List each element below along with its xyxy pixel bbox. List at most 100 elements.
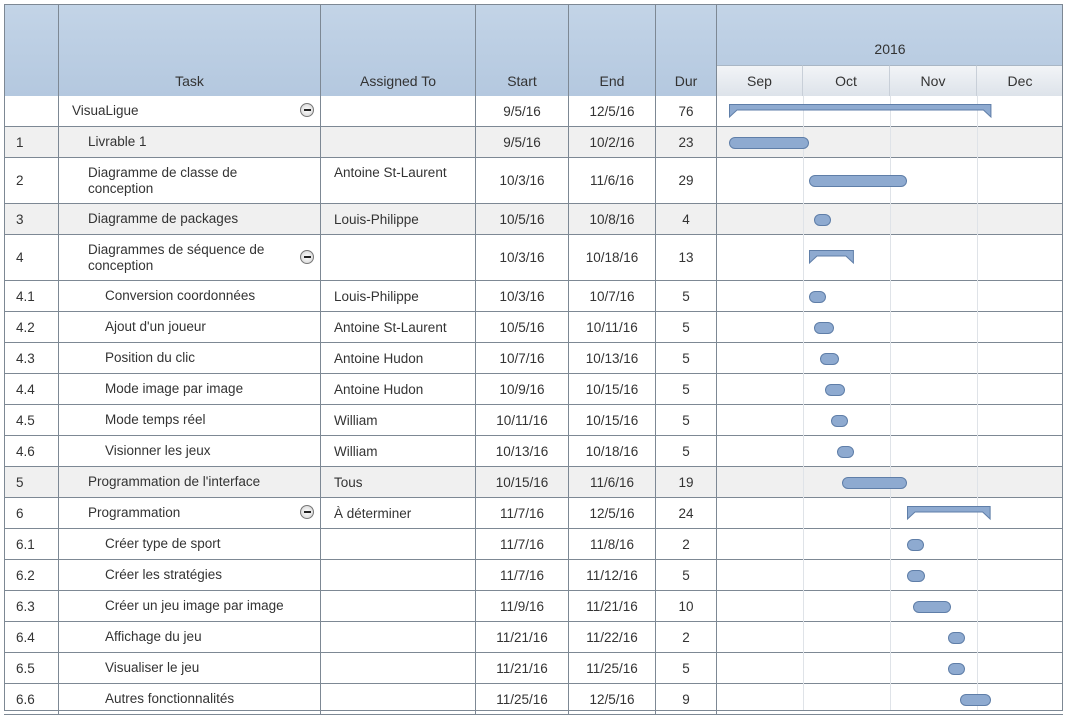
task-name: Créer les stratégies <box>105 567 223 582</box>
table-row[interactable]: 6.2 Créer les stratégies 11/7/16 11/12/16 5 <box>4 560 717 591</box>
duration-cell: 2 <box>656 622 717 652</box>
header-dur[interactable]: Dur <box>656 4 717 96</box>
header-task[interactable]: Task <box>59 4 321 96</box>
start-date-cell: 11/9/16 <box>476 591 569 621</box>
end-date-cell: 12/5/16 <box>569 498 656 528</box>
task-bar[interactable] <box>808 175 908 187</box>
assigned-to-cell <box>321 622 476 652</box>
task-bar[interactable] <box>907 538 925 551</box>
timeline-year-label: 2016 <box>874 41 906 57</box>
row-id-cell: 6.3 <box>4 591 59 621</box>
header-end[interactable]: End <box>569 4 656 96</box>
table-row[interactable]: 4.2 Ajout d'un joueur Antoine St-Laurent 10… <box>4 312 717 343</box>
table-header: Task Assigned To Start End Dur <box>4 4 717 96</box>
collapse-icon[interactable] <box>300 103 314 117</box>
table-row[interactable]: 4 Diagrammes de séquence de conception 10/… <box>4 235 717 281</box>
duration: 2 <box>682 629 690 645</box>
table-row[interactable]: 6.1 Créer type de sport 11/7/16 11/8/16 2 <box>4 529 717 560</box>
row-id-cell: 4.4 <box>4 374 59 404</box>
assigned-to: Antoine St-Laurent <box>334 319 447 335</box>
task-name-cell: Programmation de l'interface <box>59 467 321 497</box>
end-date-cell: 10/15/16 <box>569 374 656 404</box>
task-name: Créer un jeu image par image <box>105 598 284 613</box>
end-date: 12/5/16 <box>589 103 635 119</box>
duration-cell: 9 <box>656 684 717 714</box>
header-id[interactable] <box>4 4 59 96</box>
table-row[interactable]: 6.4 Affichage du jeu 11/21/16 11/22/16 2 <box>4 622 717 653</box>
month-label: Sep <box>747 73 772 89</box>
task-name: Affichage du jeu <box>105 629 202 644</box>
table-row[interactable]: VisuaLigue 9/5/16 12/5/16 76 <box>4 96 717 127</box>
end-date-cell: 10/13/16 <box>569 343 656 373</box>
end-date: 11/8/16 <box>589 536 635 552</box>
task-bar[interactable] <box>836 445 854 458</box>
table-row[interactable]: 4.4 Mode image par image Antoine Hudon 10/9… <box>4 374 717 405</box>
start-date: 10/11/16 <box>496 412 548 428</box>
task-bar[interactable] <box>814 321 834 334</box>
table-row[interactable]: 5 Programmation de l'interface Tous 10/15/1… <box>4 467 717 498</box>
task-name-cell: Programmation <box>59 498 321 528</box>
assigned-to: À déterminer <box>334 505 412 521</box>
table-row[interactable]: 4.1 Conversion coordonnées Louis-Philippe 1… <box>4 281 717 312</box>
task-bar[interactable] <box>814 213 832 226</box>
start-date: 10/13/16 <box>495 443 549 459</box>
task-bar[interactable] <box>825 383 846 396</box>
task-bar[interactable] <box>948 631 965 644</box>
task-bar[interactable] <box>948 662 965 675</box>
duration-cell: 23 <box>656 127 717 157</box>
collapse-icon[interactable] <box>300 505 314 519</box>
task-bar[interactable] <box>808 290 826 303</box>
task-bar[interactable] <box>728 136 809 149</box>
task-name-cell: Diagramme de classe de conception <box>59 158 321 203</box>
table-row[interactable]: 4.5 Mode temps réel William 10/11/16 10/15/1… <box>4 405 717 436</box>
header-dur-label: Dur <box>674 73 698 89</box>
task-name: Diagrammes de séquence de conception <box>88 241 265 273</box>
row-id-cell: 1 <box>4 127 59 157</box>
table-row[interactable]: 4.3 Position du clic Antoine Hudon 10/7/16 1… <box>4 343 717 374</box>
table-row[interactable]: 2 Diagramme de classe de conception Antoin… <box>4 158 717 204</box>
row-id: 6.3 <box>16 598 35 614</box>
assigned-to-cell <box>321 684 476 714</box>
task-bar[interactable] <box>831 414 849 427</box>
row-id: 6.2 <box>16 567 35 583</box>
duration-cell: 2 <box>656 529 717 559</box>
task-bar[interactable] <box>819 352 840 365</box>
task-bar[interactable] <box>842 476 908 489</box>
duration: 23 <box>678 134 694 150</box>
end-date: 11/6/16 <box>589 173 635 188</box>
row-id: 4.4 <box>16 381 35 397</box>
collapse-icon[interactable] <box>300 249 314 264</box>
header-start[interactable]: Start <box>476 4 569 96</box>
start-date: 11/21/16 <box>496 629 548 645</box>
table-row[interactable]: 6.3 Créer un jeu image par image 11/9/16 11… <box>4 591 717 622</box>
duration-cell: 5 <box>656 405 717 435</box>
end-date-cell: 10/7/16 <box>569 281 656 311</box>
end-date: 11/12/16 <box>586 567 638 583</box>
summary-bar[interactable] <box>907 505 992 520</box>
duration: 5 <box>682 350 690 366</box>
table-row[interactable]: 6.5 Visualiser le jeu 11/21/16 11/25/16 5 <box>4 653 717 684</box>
timeline-year: 2016 <box>717 4 1063 65</box>
end-date: 10/7/16 <box>589 288 635 304</box>
table-row[interactable]: 6 Programmation À déterminer 11/7/16 12/5/16… <box>4 498 717 529</box>
task-bar[interactable] <box>907 569 925 582</box>
start-date-cell: 11/7/16 <box>476 498 569 528</box>
start-date-cell: 11/25/16 <box>476 684 569 714</box>
table-row[interactable]: 1 Livrable 1 9/5/16 10/2/16 23 <box>4 127 717 158</box>
table-row[interactable]: 3 Diagramme de packages Louis-Philippe 10/5… <box>4 204 717 235</box>
table-row[interactable]: 4.6 Visionner les jeux William 10/13/16 10/1… <box>4 436 717 467</box>
end-date: 10/15/16 <box>585 412 639 428</box>
task-name-cell: Visionner les jeux <box>59 436 321 466</box>
task-name: Ajout d'un joueur <box>105 319 206 334</box>
table-row[interactable]: 6.6 Autres fonctionnalités 11/25/16 12/5/16… <box>4 684 717 715</box>
duration: 13 <box>678 250 694 265</box>
assigned-to-cell <box>321 529 476 559</box>
summary-bar[interactable] <box>808 250 854 265</box>
task-bar[interactable] <box>913 600 951 613</box>
duration: 9 <box>682 691 690 707</box>
duration: 10 <box>678 598 694 614</box>
task-bar[interactable] <box>959 693 992 706</box>
month-label: Nov <box>920 73 946 89</box>
header-assigned-to[interactable]: Assigned To <box>321 4 476 96</box>
summary-bar[interactable] <box>728 103 992 118</box>
